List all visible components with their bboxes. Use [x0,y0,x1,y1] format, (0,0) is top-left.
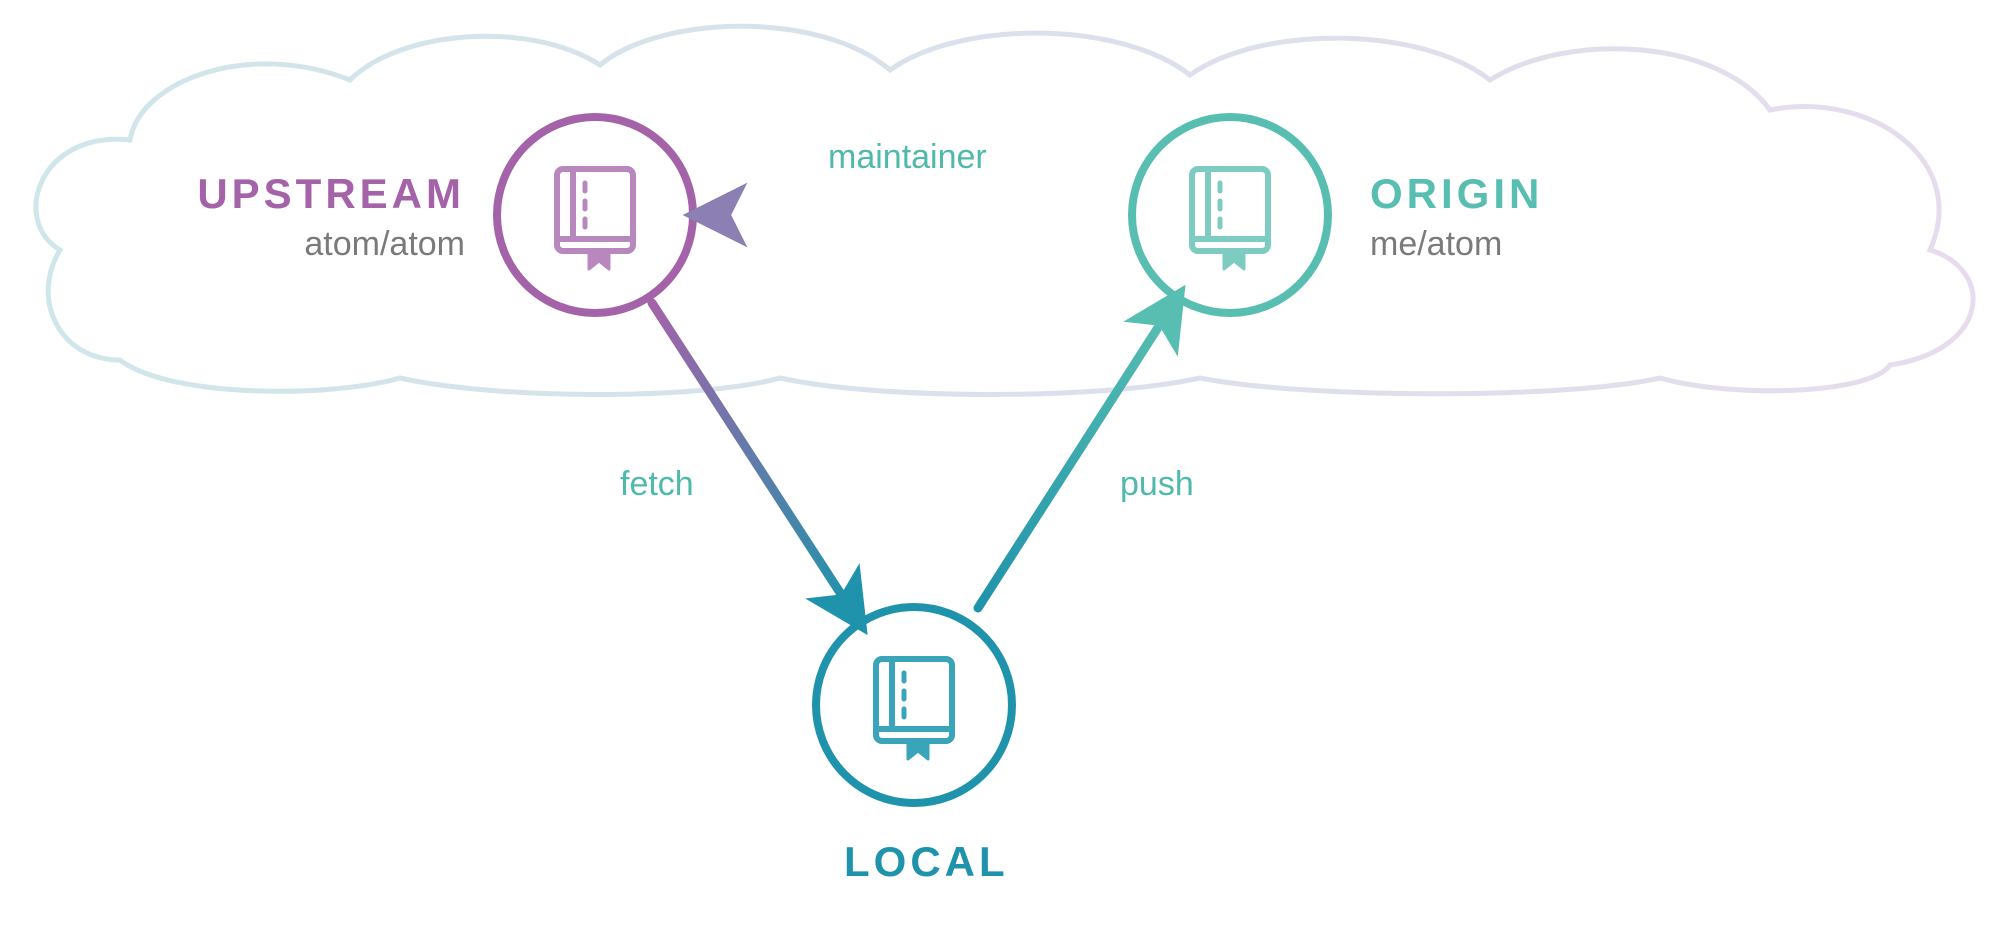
local-title: LOCAL [844,838,1009,886]
edge-fetch-label: fetch [620,465,694,504]
origin-subtitle: me/atom [1370,225,1502,264]
upstream-title: UPSTREAM [175,170,465,218]
edge-maintainer-label: maintainer [828,138,987,177]
diagram-canvas: UPSTREAM atom/atom ORIGIN me/atom LOCAL … [0,0,2000,951]
origin-node [1132,117,1328,313]
origin-title: ORIGIN [1370,170,1543,218]
upstream-subtitle: atom/atom [265,225,465,264]
upstream-node [497,117,693,313]
edge-push [978,312,1168,608]
edge-push-label: push [1120,465,1194,504]
edge-fetch [652,303,850,608]
local-node [816,607,1012,803]
diagram-svg [0,0,2000,951]
